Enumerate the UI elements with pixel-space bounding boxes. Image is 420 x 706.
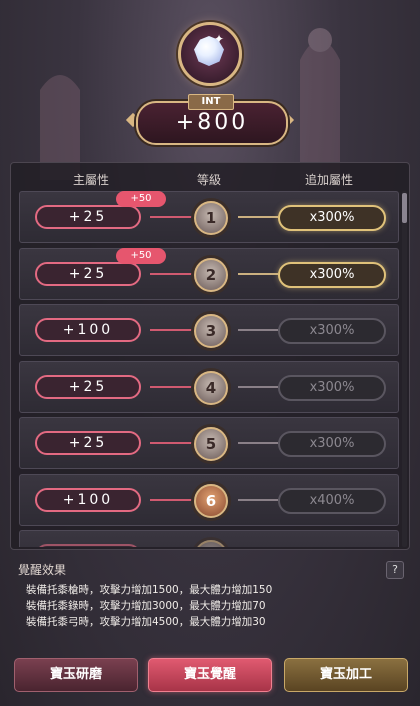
awakening-gem: ✦	[178, 22, 242, 86]
header-bonus-stat: 追加屬性	[305, 173, 354, 187]
connector-line	[150, 498, 192, 501]
awakening-rows[interactable]: +25 +50 1 x300% +25 +50 2 x300% +100 3 x…	[19, 191, 399, 547]
sparkle-icon: ✦	[214, 32, 225, 46]
main-stat-value	[35, 544, 141, 547]
total-stat-value: +800	[175, 110, 249, 135]
gem-craft-button[interactable]: 寶玉加工	[284, 658, 408, 692]
level-badge: 2	[194, 257, 228, 292]
connector-line	[238, 442, 278, 444]
main-stat-value: +25	[35, 205, 141, 229]
main-stat-value: +25	[35, 374, 141, 399]
table-row: +25 +50 2 x300%	[19, 247, 399, 300]
connector-line	[238, 385, 278, 388]
bonus-badge: +50	[116, 247, 166, 264]
level-badge: 5	[194, 427, 228, 461]
bonus-multiplier: x300%	[278, 318, 386, 344]
level-badge: 4	[194, 370, 228, 405]
connector-line	[150, 442, 192, 444]
effect-line: 裝備托黍弓時，攻擊力增加4500，最大體力增加30	[26, 616, 266, 628]
connector-line	[238, 498, 278, 501]
help-button[interactable]: ?	[386, 561, 404, 579]
connector-line	[238, 216, 278, 218]
bonus-badge: +50	[116, 191, 166, 207]
effect-title: 覺醒效果	[18, 563, 67, 577]
connector-line	[150, 385, 192, 388]
bonus-multiplier: x300%	[278, 261, 386, 288]
header-main-stat: 主屬性	[73, 173, 110, 187]
connector-line	[150, 329, 192, 331]
gem-polish-button[interactable]: 寶玉研磨	[14, 658, 138, 692]
bonus-multiplier: x300%	[278, 431, 386, 457]
level-badge	[194, 540, 228, 547]
table-row: +100 3 x300%	[19, 304, 399, 356]
bonus-multiplier: x400%	[278, 487, 386, 514]
level-badge: 3	[194, 314, 228, 348]
connector-line	[150, 216, 192, 218]
awakening-effect-section: 覺醒效果 ? 裝備托黍槍時，攻擊力增加1500，最大體力增加150 裝備托黍錄時…	[14, 559, 408, 637]
main-stat-value: +100	[35, 318, 141, 342]
effect-line: 裝備托黍錄時，攻擊力增加3000，最大體力增加70	[26, 600, 266, 612]
main-stat-value: +100	[35, 487, 141, 512]
connector-line	[150, 272, 192, 275]
connector-line	[238, 329, 278, 331]
table-row: +25 +50 1 x300%	[19, 191, 399, 243]
scrollbar-thumb[interactable]	[402, 193, 407, 223]
scrollbar-track[interactable]	[402, 191, 407, 547]
header-level: 等級	[197, 173, 222, 187]
stat-type-tag: INT	[188, 94, 234, 110]
bonus-multiplier: x300%	[278, 205, 386, 231]
bonus-multiplier: x300%	[278, 374, 386, 401]
table-row: +100 6 x400%	[19, 473, 399, 526]
connector-line	[238, 272, 278, 275]
level-badge: 1	[194, 201, 228, 235]
gem-awaken-button[interactable]: 寶玉覺醒	[148, 658, 272, 692]
level-badge: 6	[194, 483, 228, 518]
effect-line: 裝備托黍槍時，攻擊力增加1500，最大體力增加150	[26, 584, 273, 596]
main-stat-value: +25	[35, 261, 141, 286]
table-row: +25 5 x300%	[19, 417, 399, 469]
awakening-table: 主屬性 等級 追加屬性 +25 +50 1 x300% +25 +50 2 x3…	[10, 162, 410, 550]
table-row: +25 4 x300%	[19, 360, 399, 413]
table-row	[19, 530, 399, 547]
main-stat-value: +25	[35, 431, 141, 455]
